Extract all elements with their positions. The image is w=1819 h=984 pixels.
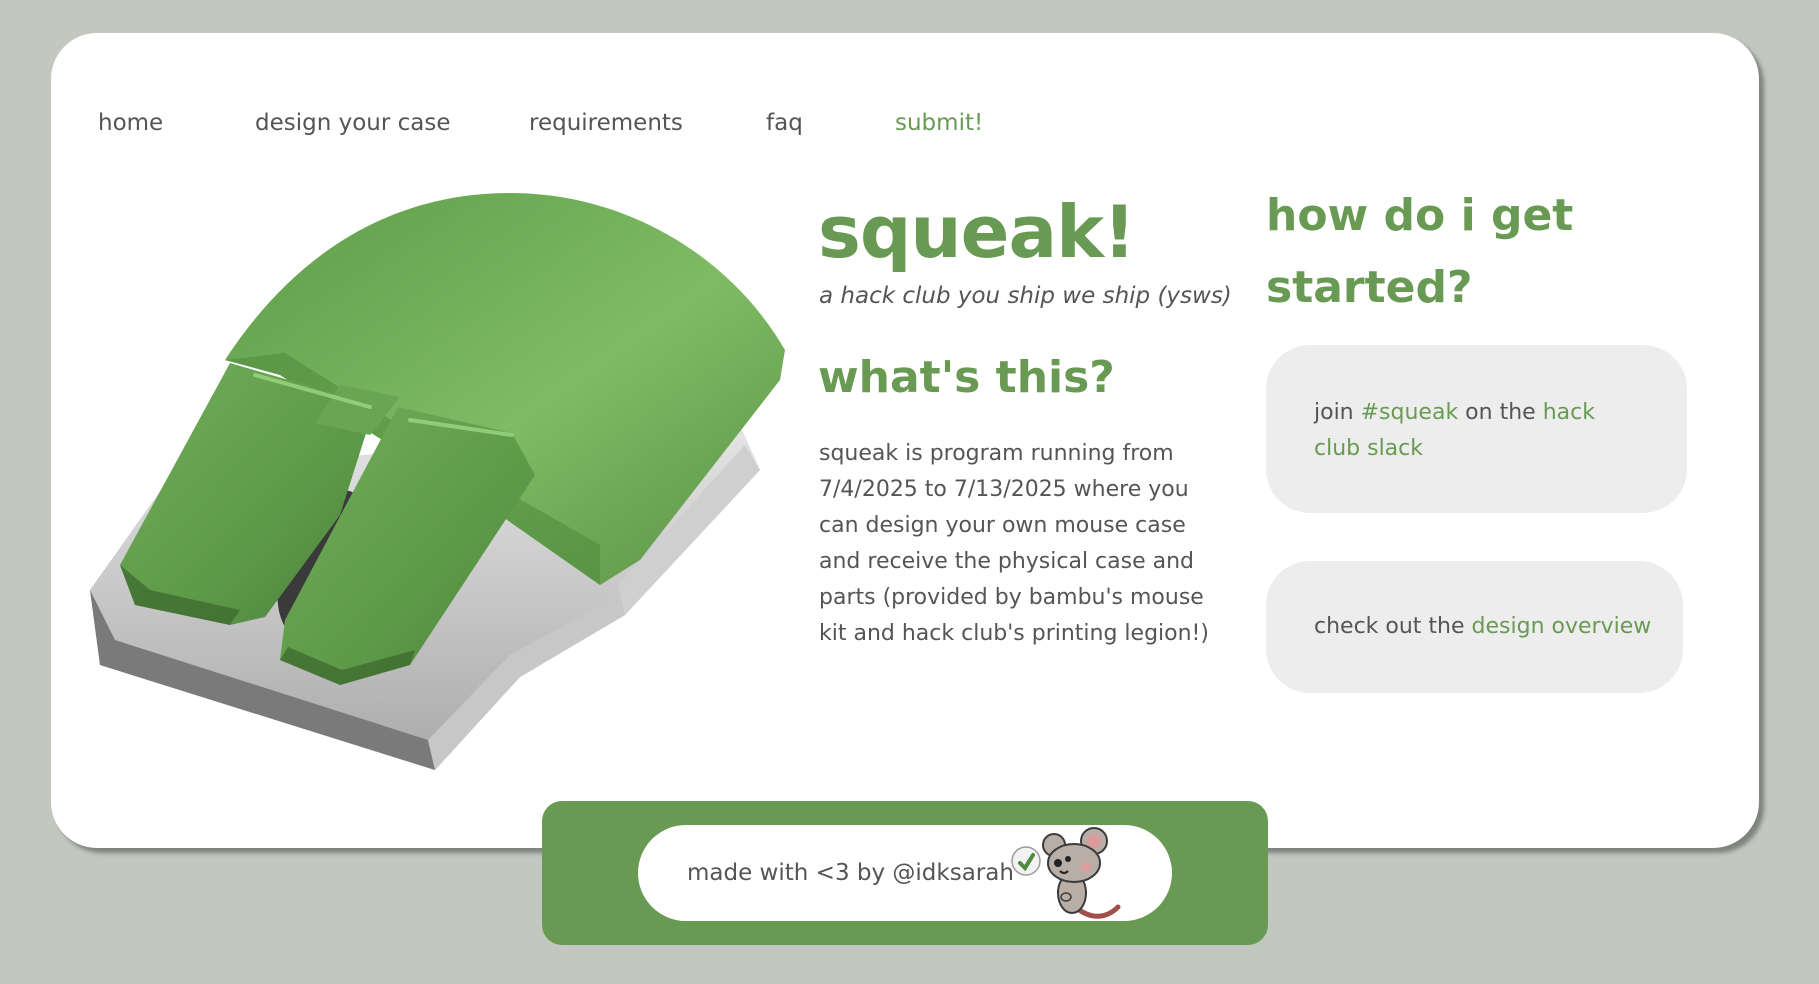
squeak-channel-link[interactable]: #squeak	[1361, 400, 1459, 425]
join-middle: on the	[1458, 400, 1543, 425]
design-overview-link[interactable]: design overview	[1472, 609, 1652, 645]
design-prefix: check out the	[1314, 614, 1472, 639]
page-subtitle: a hack club you ship we ship (ysws)	[819, 283, 1232, 309]
nav-requirements-link[interactable]: requirements	[529, 110, 683, 136]
footer-pill: made with <3 by @idksarah	[638, 825, 1172, 921]
nav-faq-link[interactable]: faq	[766, 110, 803, 136]
footer-credit: made with <3 by @idksarah	[687, 860, 1014, 886]
nav-design-link[interactable]: design your case	[255, 110, 451, 136]
nav-home-link[interactable]: home	[98, 110, 163, 136]
join-prefix: join	[1314, 400, 1361, 425]
join-slack-box: join #squeak on the hack club slack	[1266, 345, 1687, 513]
design-overview-box: check out the design overview	[1266, 561, 1683, 693]
mouse-case-render	[90, 193, 785, 770]
whats-this-heading: what's this?	[818, 352, 1115, 403]
about-description: squeak is program running from 7/4/2025 …	[819, 441, 1209, 646]
footer: made with <3 by @idksarah	[542, 801, 1268, 945]
nav-submit-link[interactable]: submit!	[895, 110, 983, 136]
get-started-heading: how do i get started?	[1266, 190, 1574, 313]
rat-mascot-icon	[1011, 827, 1121, 919]
page-title: squeak!	[818, 190, 1136, 274]
